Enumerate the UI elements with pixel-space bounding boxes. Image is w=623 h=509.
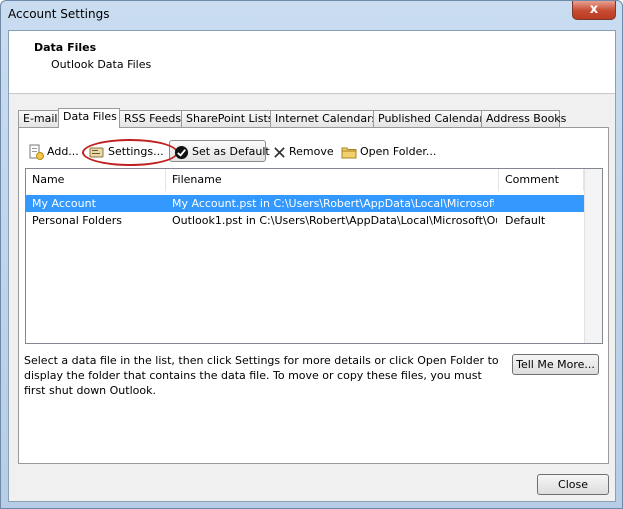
row-name: My Account — [32, 197, 96, 210]
column-name[interactable]: Name — [26, 169, 166, 191]
dialog-header: Data Files Outlook Data Files — [9, 31, 615, 94]
remove-x-icon — [274, 146, 285, 158]
table-row[interactable]: Personal Folders Outlook1.pst in C:\User… — [26, 212, 584, 229]
help-text: Select a data file in the list, then cli… — [24, 354, 499, 397]
header-title: Data Files — [34, 41, 97, 54]
tab-internet-calendars[interactable]: Internet Calendars — [270, 110, 377, 127]
row-comment: Default — [505, 214, 546, 227]
add-file-icon — [29, 144, 44, 160]
add-label: Add... — [47, 145, 79, 158]
header-subtitle: Outlook Data Files — [51, 58, 152, 71]
tab-rss-feeds[interactable]: RSS Feeds — [119, 110, 182, 127]
title-bar[interactable]: Account Settings x — [1, 1, 622, 29]
row-name: Personal Folders — [32, 214, 122, 227]
tab-address-books[interactable]: Address Books — [481, 110, 566, 127]
close-window-button[interactable]: x — [572, 1, 616, 20]
open-folder-label: Open Folder... — [360, 145, 437, 158]
remove-button[interactable]: Remove — [273, 142, 334, 162]
tab-email[interactable]: E-mail — [18, 110, 59, 127]
set-as-default-label: Set as Default — [192, 145, 270, 158]
open-folder-button[interactable]: Open Folder... — [341, 142, 436, 162]
set-as-default-button[interactable]: Set as Default — [174, 142, 270, 162]
table-row[interactable]: My Account My Account.pst in C:\Users\Ro… — [26, 195, 584, 212]
settings-icon — [89, 147, 104, 158]
folder-icon — [341, 147, 357, 159]
checkmark-icon — [174, 145, 189, 159]
data-files-panel: Add... Settings... Set as Default Remove… — [18, 127, 609, 464]
add-button[interactable]: Add... — [28, 142, 79, 162]
settings-button[interactable]: Settings... — [89, 142, 164, 162]
tab-published-calendars[interactable]: Published Calendars — [373, 110, 490, 127]
dialog-client: Data Files Outlook Data Files E-mail Dat… — [8, 30, 616, 502]
close-button[interactable]: Close — [537, 474, 609, 495]
settings-label: Settings... — [108, 145, 164, 158]
row-filename: My Account.pst in C:\Users\Robert\AppDat… — [172, 197, 494, 210]
data-files-list[interactable]: Name Filename Comment My Account My Acco… — [25, 168, 603, 344]
column-comment[interactable]: Comment — [499, 169, 584, 191]
window-title: Account Settings — [8, 7, 110, 21]
column-filename[interactable]: Filename — [166, 169, 499, 191]
tell-me-more-button[interactable]: Tell Me More... — [512, 354, 599, 375]
tab-data-files[interactable]: Data Files — [58, 108, 120, 128]
account-settings-window: Account Settings x Data Files Outlook Da… — [0, 0, 623, 509]
row-filename: Outlook1.pst in C:\Users\Robert\AppData\… — [172, 214, 497, 227]
tab-sharepoint-lists[interactable]: SharePoint Lists — [181, 110, 274, 127]
remove-label: Remove — [289, 145, 334, 158]
list-scrollbar[interactable] — [584, 169, 602, 343]
